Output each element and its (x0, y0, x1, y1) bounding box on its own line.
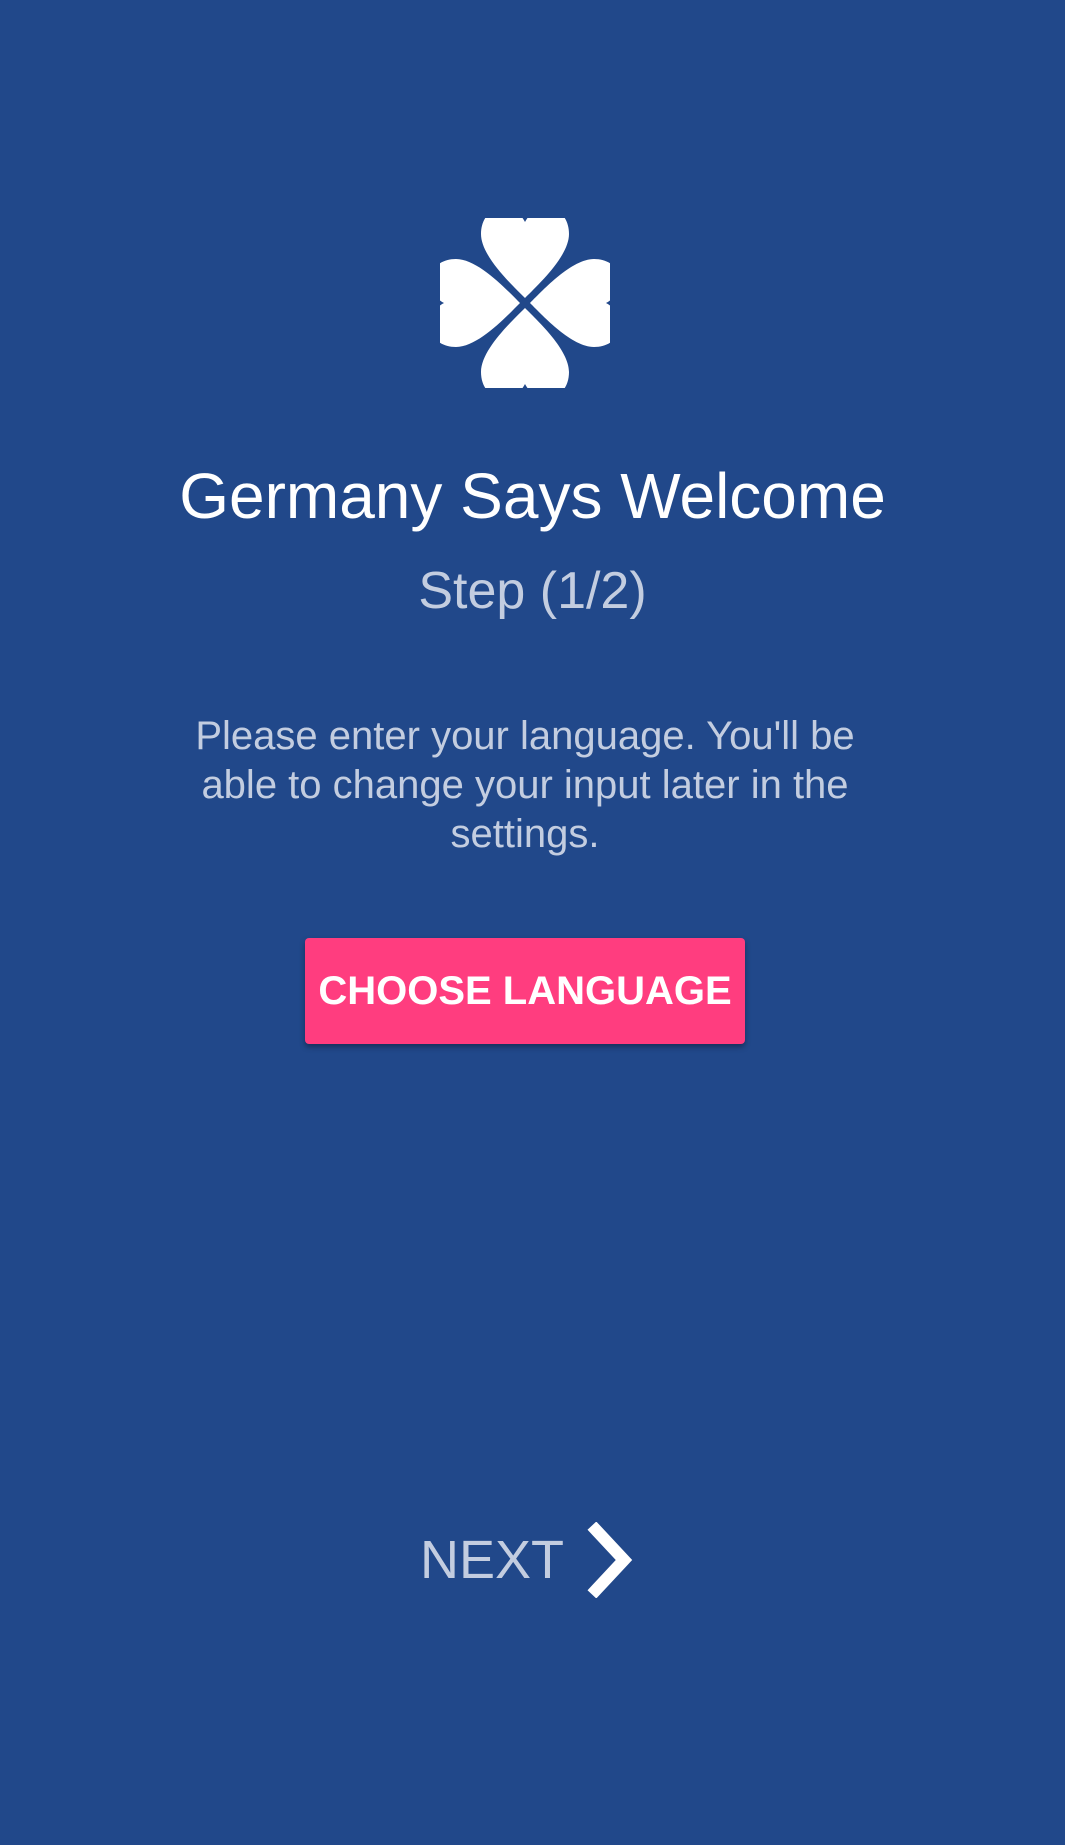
instructions-text: Please enter your language. You'll be ab… (195, 714, 855, 856)
logo-graphic (440, 218, 610, 388)
choose-language-button[interactable]: CHOOSE LANGUAGE (305, 938, 745, 1044)
next-label: NEXT (420, 1530, 565, 1590)
onboarding-screen: Germany Says Welcome Step (1/2) Please e… (0, 0, 1065, 1845)
clover-heart-logo-icon (440, 218, 610, 388)
page-title: Germany Says Welcome (179, 460, 886, 532)
step-indicator: Step (1/2) (418, 562, 647, 620)
chevron-right-icon (587, 1522, 633, 1598)
next-button[interactable]: NEXT (420, 1522, 636, 1598)
